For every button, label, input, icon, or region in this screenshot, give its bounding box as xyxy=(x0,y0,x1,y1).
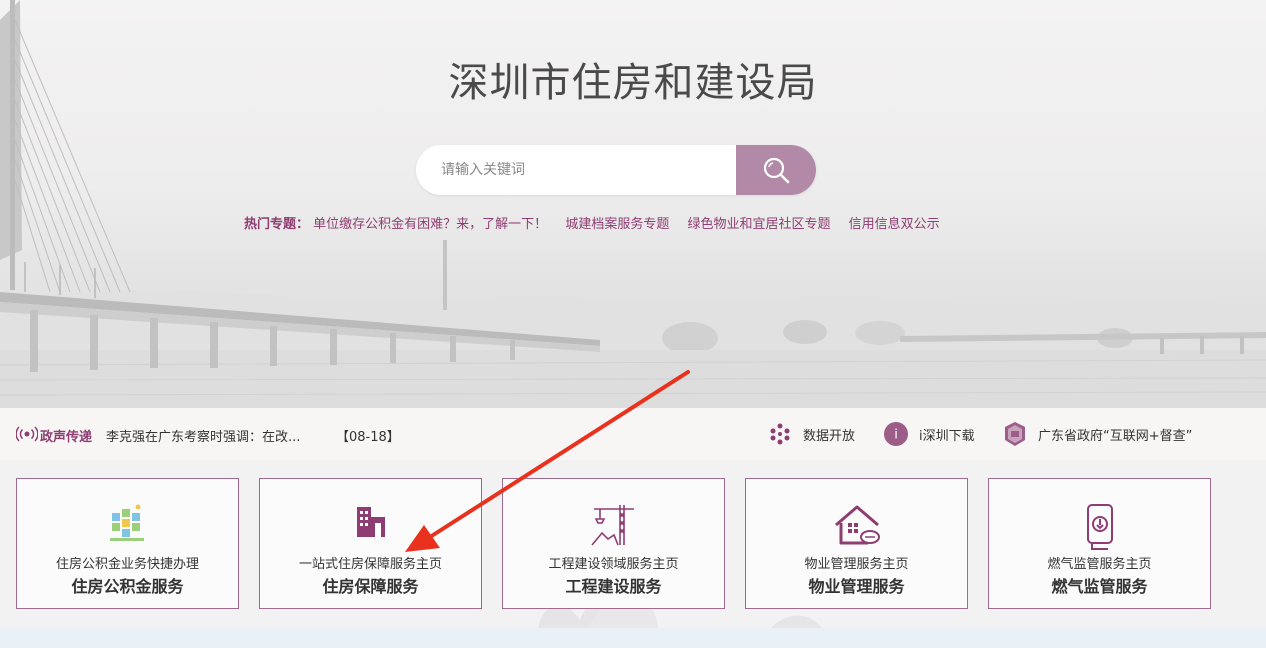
news-label: 政声传递 xyxy=(40,430,93,445)
card-subtitle: 工程建设领域服务主页 xyxy=(548,557,679,572)
hot-topic-link[interactable]: 城建档案服务专题 xyxy=(565,217,669,232)
page-title: 深圳市住房和建设局 xyxy=(448,60,818,106)
card-title: 燃气监管服务 xyxy=(1051,577,1148,596)
card-title: 工程建设服务 xyxy=(565,577,662,596)
hot-topics: 热门专题： 单位缴存公积金有困难？来，了解一下！ 城建档案服务专题 绿色物业和宜… xyxy=(244,213,954,232)
i-shenzhen-icon: i xyxy=(883,421,909,447)
hot-topic-link[interactable]: 绿色物业和宜居社区专题 xyxy=(687,217,830,232)
card-subtitle: 燃气监管服务主页 xyxy=(1047,557,1152,572)
card-title: 住房保障服务 xyxy=(322,577,419,596)
card-title: 物业管理服务 xyxy=(808,577,905,596)
quick-link-label: 数据开放 xyxy=(803,428,856,444)
card-housing-security[interactable]: 一站式住房保障服务主页 住房保障服务 xyxy=(259,478,482,609)
quick-link-ishenzhen[interactable]: i i深圳下载 xyxy=(883,421,975,447)
supervision-badge-icon xyxy=(1002,421,1028,447)
quick-link-supervision[interactable]: 广东省政府“互联网+督查” xyxy=(1002,421,1192,447)
crane-icon xyxy=(590,505,634,546)
quick-link-data-open[interactable]: 数据开放 xyxy=(767,421,855,447)
card-title: 住房公积金服务 xyxy=(71,577,184,596)
quick-link-label: i深圳下载 xyxy=(919,428,975,444)
hot-topic-link[interactable]: 信用信息双公示 xyxy=(849,217,940,232)
search-box xyxy=(416,145,816,195)
building-icon xyxy=(356,507,385,537)
quick-link-label: 广东省政府“互联网+督查” xyxy=(1038,428,1193,444)
card-subtitle: 住房公积金业务快捷办理 xyxy=(55,557,199,572)
card-property-management[interactable]: 物业管理服务主页 物业管理服务 xyxy=(745,478,968,609)
house-icon xyxy=(834,505,880,545)
housing-fund-icon xyxy=(109,504,144,541)
news-date: 【08-18】 xyxy=(336,430,400,445)
news-bar: 政声传递 李克强在广东考察时强调：在改... 【08-18】 数据开放 i i深… xyxy=(0,408,1266,460)
data-dots-icon xyxy=(767,421,793,447)
card-construction[interactable]: 工程建设领域服务主页 工程建设服务 xyxy=(502,478,725,609)
broadcast-icon xyxy=(16,426,38,442)
svg-text:i: i xyxy=(894,428,898,443)
search-icon xyxy=(763,157,790,184)
news-headline-link[interactable]: 李克强在广东考察时强调：在改... xyxy=(106,426,300,445)
hero-banner: 深圳市住房和建设局 热门专题： 单位缴存公积金有困难？来，了解一下！ 城建档案服… xyxy=(0,0,1266,408)
gas-meter-icon xyxy=(1086,504,1113,550)
hot-topic-link[interactable]: 单位缴存公积金有困难？来，了解一下！ xyxy=(313,217,547,232)
hot-topics-label: 热门专题： xyxy=(244,217,310,232)
card-gas-supervision[interactable]: 燃气监管服务主页 燃气监管服务 xyxy=(988,478,1211,609)
search-button[interactable] xyxy=(736,145,816,195)
search-input[interactable] xyxy=(416,145,741,195)
card-subtitle: 物业管理服务主页 xyxy=(804,557,909,572)
card-subtitle: 一站式住房保障服务主页 xyxy=(298,557,442,572)
bottom-strip xyxy=(0,628,1266,648)
card-housing-fund[interactable]: 住房公积金业务快捷办理 住房公积金服务 xyxy=(16,478,239,609)
